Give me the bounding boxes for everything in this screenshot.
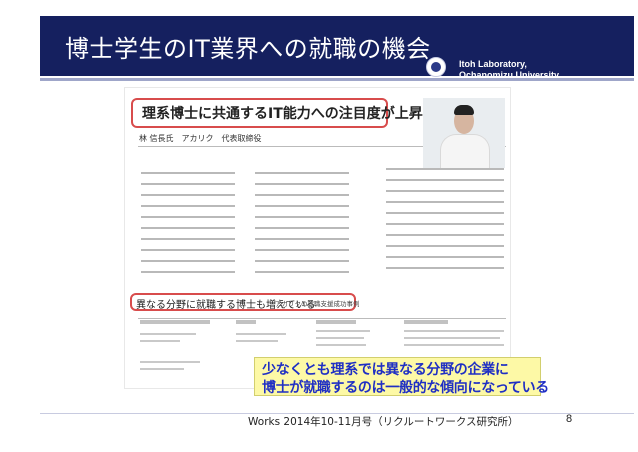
lab-line-1: Itoh Laboratory, xyxy=(459,59,527,69)
page-number: 8 xyxy=(566,413,573,425)
slide-title: 博士学生のIT業界への就職の機会 xyxy=(65,35,431,63)
highlight-line-1: 少なくとも理系では異なる分野の企業に xyxy=(262,362,509,378)
article-column-3 xyxy=(386,168,504,278)
university-logo-icon xyxy=(426,57,446,77)
source-citation: Works 2014年10-11月号（リクルートワークス研究所） xyxy=(248,416,519,428)
table-rule xyxy=(138,318,506,319)
article-subheader-note: アカリクの就職支援成功事例 xyxy=(275,300,360,308)
article-header: 理系博士に共通するIT能力への注目度が上昇 xyxy=(142,106,423,122)
article-author: 林 信長氏 アカリク 代表取締役 xyxy=(139,134,262,143)
author-photo xyxy=(423,98,505,168)
title-divider xyxy=(40,78,634,81)
article-column-1 xyxy=(141,172,235,282)
highlight-line-2: 博士が就職するのは一般的な傾向になっている xyxy=(262,380,549,396)
article-column-2 xyxy=(255,172,349,282)
